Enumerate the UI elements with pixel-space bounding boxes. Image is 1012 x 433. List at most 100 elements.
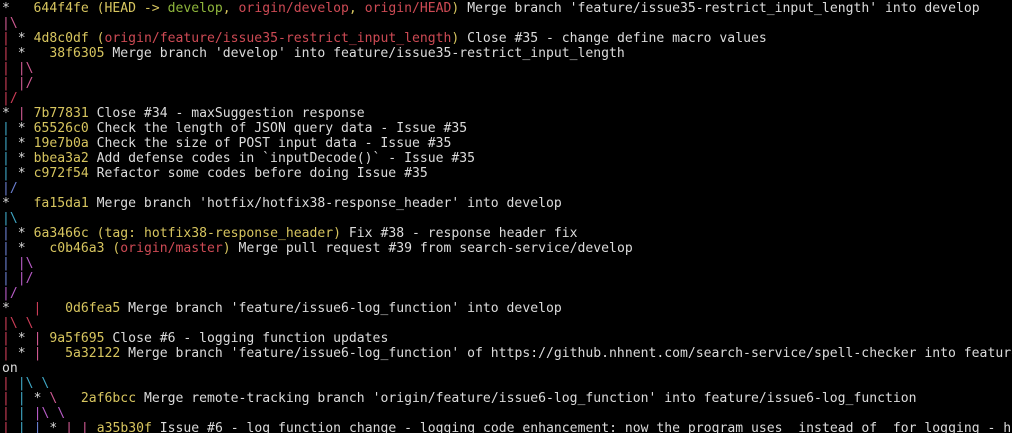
log-text: Check the length of JSON query data - Is…	[88, 121, 468, 136]
ref-decoration: (	[104, 241, 121, 256]
graph-edge: |	[2, 346, 18, 361]
log-text: Issue #6 - log function change - logging…	[151, 421, 1012, 433]
log-line: | * bbea3a2 Add defense codes in `inputD…	[2, 151, 1012, 166]
commit-node: *	[49, 421, 66, 433]
commit-node: *	[2, 1, 34, 16]
commit-node: *	[33, 391, 50, 406]
graph-edge: |	[17, 106, 34, 121]
commit-node: *	[17, 31, 34, 46]
commit-hash: 5a32122	[65, 346, 121, 361]
graph-edge: |	[2, 241, 18, 256]
graph-edge: \	[49, 391, 81, 406]
log-text: Merge branch 'feature/issue6-log_functio…	[120, 301, 562, 316]
commit-hash: c972f54	[33, 166, 89, 181]
commit-hash: 38f6305	[49, 46, 105, 61]
ref-decoration: (tag:	[88, 226, 144, 241]
remote-branch-ref: origin/develop	[238, 1, 349, 16]
commit-node: *	[17, 136, 34, 151]
local-branch-ref: develop	[167, 1, 223, 16]
graph-edge: |	[2, 256, 18, 271]
graph-edge: |	[65, 421, 81, 433]
log-line: |\	[2, 211, 1012, 226]
log-line: | * 65526c0 Check the length of JSON que…	[2, 121, 1012, 136]
log-line: * | 0d6fea5 Merge branch 'feature/issue6…	[2, 301, 1012, 316]
graph-edge: |	[2, 151, 18, 166]
commit-hash: 4d8c0df	[33, 31, 89, 46]
tag-ref: hotfix38-response_header	[143, 226, 334, 241]
graph-edge: |	[33, 421, 50, 433]
log-line: | * | 9a5f695 Close #6 - logging functio…	[2, 331, 1012, 346]
log-line: |\	[2, 16, 1012, 31]
log-line: |\ \	[2, 316, 1012, 331]
log-line: | |\	[2, 61, 1012, 76]
commit-hash: fa15da1	[33, 196, 89, 211]
log-text: Merge branch 'hotfix/hotfix38-response_h…	[88, 196, 562, 211]
log-text: Merge branch 'feature/issue6-log_functio…	[128, 346, 1012, 361]
ref-decoration: (HEAD ->	[88, 1, 168, 16]
graph-edge: |\ \	[17, 376, 50, 391]
commit-node: *	[17, 226, 34, 241]
log-text: Refactor some codes before doing Issue #…	[88, 166, 428, 181]
commit-hash: 644f4fe	[33, 1, 89, 16]
log-line: | | * \ 2af6bcc Merge remote-tracking br…	[2, 391, 1012, 406]
commit-node: *	[17, 46, 50, 61]
log-text: Fix #38 - response header fix	[341, 226, 578, 241]
log-text: on	[2, 361, 18, 376]
graph-edge: |\	[17, 256, 34, 271]
log-text: Merge branch 'feature/issue35-restrict_i…	[459, 1, 980, 16]
commit-hash: 0d6fea5	[65, 301, 121, 316]
log-line: | |\	[2, 256, 1012, 271]
commit-hash: bbea3a2	[33, 151, 89, 166]
graph-edge: |	[2, 421, 18, 433]
graph-edge: |	[2, 226, 18, 241]
graph-edge: |	[2, 136, 18, 151]
log-line: * fa15da1 Merge branch 'hotfix/hotfix38-…	[2, 196, 1012, 211]
commit-node: *	[17, 346, 34, 361]
graph-edge: |	[33, 301, 66, 316]
graph-edge: |	[2, 166, 18, 181]
log-line: | * | 5a32122 Merge branch 'feature/issu…	[2, 346, 1012, 361]
ref-decoration: )	[333, 226, 342, 241]
graph-edge: |	[2, 46, 18, 61]
ref-decoration: ,	[222, 1, 239, 16]
commit-hash: 9a5f695	[49, 331, 105, 346]
graph-edge: |	[33, 331, 50, 346]
graph-edge: |	[2, 76, 18, 91]
commit-node: *	[2, 106, 18, 121]
log-line: | * c972f54 Refactor some codes before d…	[2, 166, 1012, 181]
log-line: | |/	[2, 271, 1012, 286]
commit-hash: c0b46a3	[49, 241, 105, 256]
log-line: | * 4d8c0df (origin/feature/issue35-rest…	[2, 31, 1012, 46]
commit-node: *	[2, 196, 34, 211]
commit-hash: a35b30f	[96, 421, 152, 433]
log-text: Merge pull request #39 from search-servi…	[230, 241, 633, 256]
log-text: Close #6 - logging function updates	[104, 331, 389, 346]
log-text: Close #35 - change define macro values	[459, 31, 767, 46]
log-line: * | 7b77831 Close #34 - maxSuggestion re…	[2, 106, 1012, 121]
graph-edge: |\ \	[33, 406, 66, 421]
graph-edge: |	[17, 391, 34, 406]
graph-edge: |	[2, 406, 18, 421]
log-line: * 644f4fe (HEAD -> develop, origin/devel…	[2, 1, 1012, 16]
graph-edge: |\	[2, 211, 18, 226]
graph-edge: |\	[2, 16, 18, 31]
commit-hash: 65526c0	[33, 121, 89, 136]
graph-edge: |/	[2, 181, 18, 196]
graph-edge: |	[33, 346, 66, 361]
log-text: Add defense codes in `inputDecode()` - I…	[88, 151, 476, 166]
log-line: | * 19e7b0a Check the size of POST input…	[2, 136, 1012, 151]
graph-edge: |	[2, 391, 18, 406]
log-line: | | |\ \	[2, 406, 1012, 421]
log-text: Merge branch 'develop' into feature/issu…	[104, 46, 625, 61]
graph-edge: |/	[2, 91, 18, 106]
git-log-graph: * 644f4fe (HEAD -> develop, origin/devel…	[2, 1, 1012, 433]
ref-decoration: (	[88, 31, 105, 46]
log-line: on	[2, 361, 1012, 376]
log-line: | * 6a3466c (tag: hotfix38-response_head…	[2, 226, 1012, 241]
commit-hash: 6a3466c	[33, 226, 89, 241]
commit-hash: 19e7b0a	[33, 136, 89, 151]
log-line: | |/	[2, 76, 1012, 91]
log-line: | | | * | | a35b30f Issue #6 - log funct…	[2, 421, 1012, 433]
graph-edge: |	[2, 31, 18, 46]
commit-node: *	[17, 331, 34, 346]
